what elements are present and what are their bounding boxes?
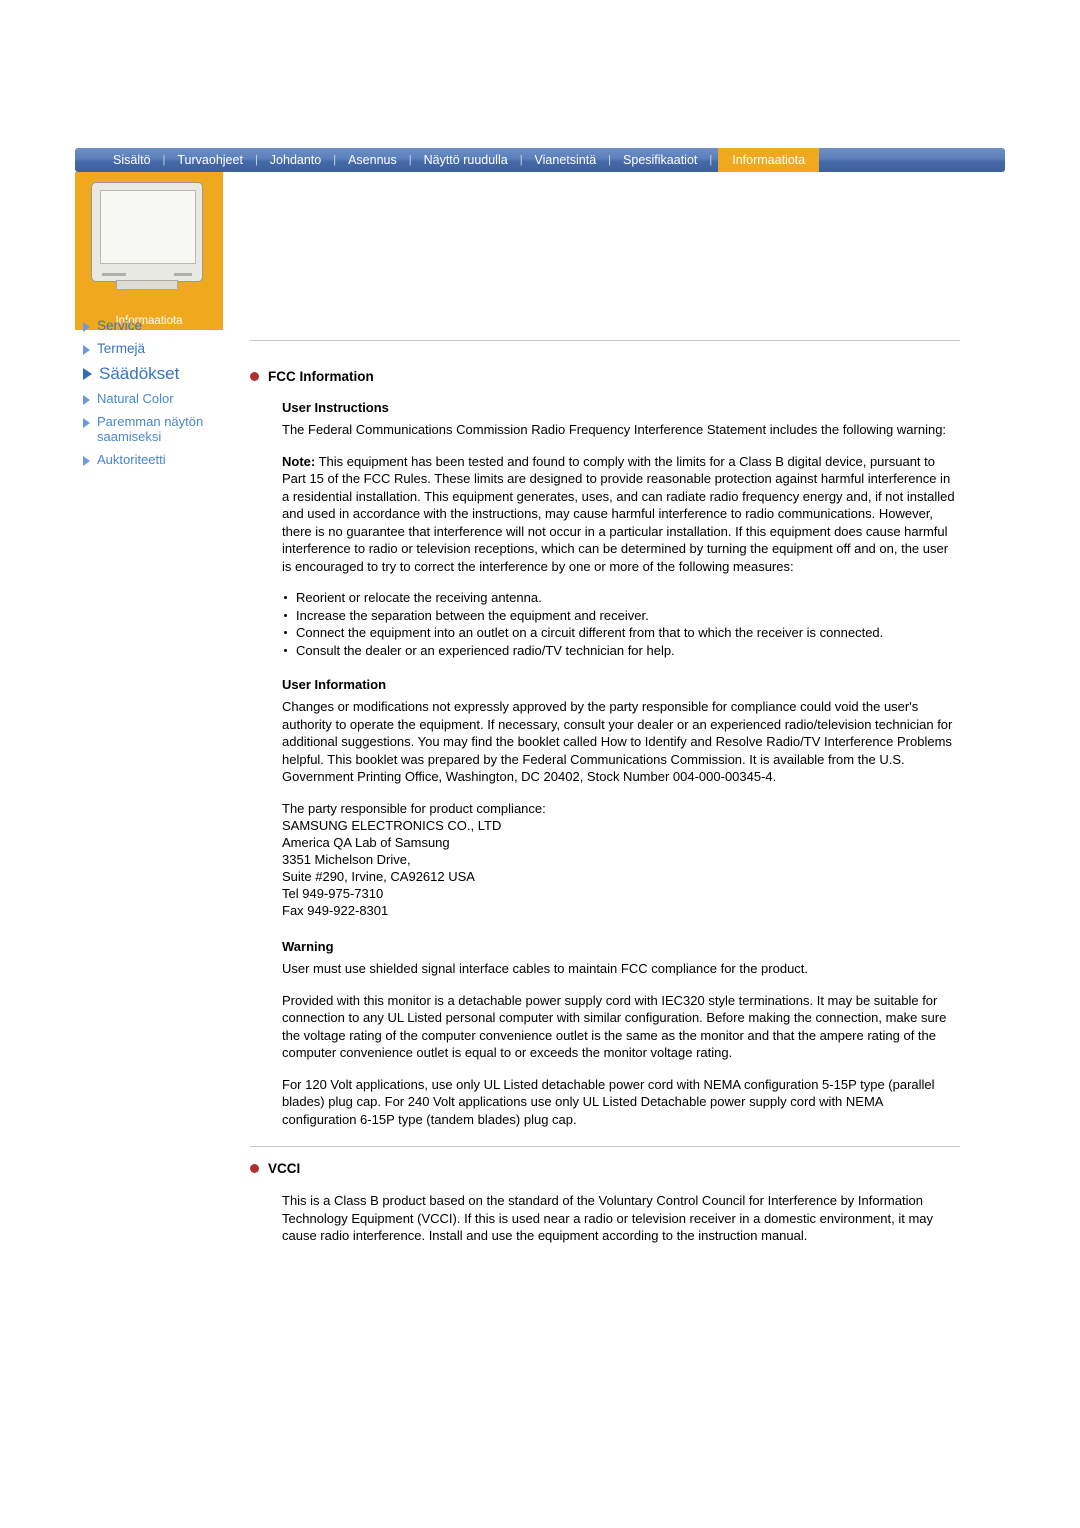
sidebar-illustration-panel: Informaatiota — [75, 172, 223, 330]
nav-item-nayttoruudulla[interactable]: Näyttö ruudulla — [412, 148, 520, 172]
triangle-right-icon — [83, 322, 90, 332]
sidebar-item-label: Natural Color — [97, 391, 174, 406]
vcci-section-heading: VCCI — [250, 1161, 960, 1176]
volt-applications-paragraph: For 120 Volt applications, use only UL L… — [282, 1076, 935, 1127]
list-item: Increase the separation between the equi… — [282, 607, 960, 625]
triangle-right-icon — [83, 395, 90, 405]
content-divider-top — [250, 340, 960, 341]
sidebar-links: Service Termejä Säädökset Natural Color … — [75, 318, 240, 475]
triangle-right-icon — [83, 368, 92, 380]
sidebar-item-label: Säädökset — [99, 364, 180, 383]
user-information-paragraph: Changes or modifications not expressly a… — [282, 699, 953, 784]
user-information-heading: User Information — [282, 677, 387, 692]
bullet-dot-icon — [250, 372, 259, 381]
list-item: Reorient or relocate the receiving anten… — [282, 589, 960, 607]
address-line: Fax 949-922-8301 — [282, 903, 389, 918]
fcc-heading-label: FCC Information — [268, 369, 374, 384]
measures-list: Reorient or relocate the receiving anten… — [282, 589, 960, 659]
note-text: This equipment has been tested and found… — [282, 453, 955, 574]
nav-item-vianetsinta[interactable]: Vianetsintä — [523, 148, 609, 172]
triangle-right-icon — [83, 345, 90, 355]
responsible-line: The party responsible for product compli… — [282, 800, 546, 816]
triangle-right-icon — [83, 418, 90, 428]
list-item: Connect the equipment into an outlet on … — [282, 624, 960, 642]
monitor-logo-mark — [102, 273, 126, 276]
note-paragraph: Note: This equipment has been tested and… — [282, 453, 960, 576]
vcci-heading-label: VCCI — [268, 1161, 301, 1176]
sidebar-item-natural-color[interactable]: Natural Color — [75, 391, 240, 406]
nav-item-turvaohjeet[interactable]: Turvaohjeet — [165, 148, 255, 172]
nav-item-asennus[interactable]: Asennus — [336, 148, 409, 172]
monitor-model-mark — [174, 273, 192, 276]
user-instructions-heading: User Instructions — [282, 400, 389, 415]
sidebar-item-auktoriteetti[interactable]: Auktoriteetti — [75, 452, 240, 467]
address-line: America QA Lab of Samsung — [282, 835, 450, 850]
sidebar-item-label: Termejä — [97, 341, 146, 356]
address-line: Suite #290, Irvine, CA92612 USA — [282, 869, 475, 884]
vcci-paragraph: This is a Class B product based on the s… — [282, 1193, 934, 1243]
top-navigation-bar: Sisältö | Turvaohjeet | Johdanto | Asenn… — [75, 148, 1005, 172]
sidebar-item-label: Paremman näytön saamiseksi — [97, 414, 204, 444]
nav-item-spesifikaatiot[interactable]: Spesifikaatiot — [611, 148, 709, 172]
sidebar-item-paremman-nayton-saamiseksi[interactable]: Paremman näytön saamiseksi — [75, 414, 240, 444]
sidebar-item-termeja[interactable]: Termejä — [75, 341, 240, 356]
address-line: Tel 949-975-7310 — [282, 886, 384, 901]
nav-item-sisalto[interactable]: Sisältö — [75, 148, 163, 172]
user-instructions-paragraph: The Federal Communications Commission Ra… — [282, 422, 947, 437]
address-line: 3351 Michelson Drive, — [282, 852, 411, 867]
bullet-dot-icon — [250, 1164, 259, 1173]
monitor-screen-icon — [100, 190, 196, 264]
sidebar-item-service[interactable]: Service — [75, 318, 240, 333]
note-label: Note: — [282, 453, 316, 469]
company-address: SAMSUNG ELECTRONICS CO., LTD America QA … — [282, 817, 960, 919]
sidebar-item-label: Service — [97, 318, 143, 333]
content-divider-middle — [250, 1146, 960, 1147]
power-cord-paragraph: Provided with this monitor is a detachab… — [282, 992, 947, 1061]
triangle-right-icon — [83, 456, 90, 466]
main-content: FCC Information User Instructions The Fe… — [250, 340, 960, 1259]
sidebar-item-saadokset[interactable]: Säädökset — [75, 364, 240, 383]
warning-paragraph: User must use shielded signal interface … — [282, 961, 809, 976]
monitor-bezel-icon — [91, 182, 203, 282]
nav-item-informaatiota[interactable]: Informaatiota — [718, 148, 820, 172]
nav-item-johdanto[interactable]: Johdanto — [258, 148, 333, 172]
monitor-illustration — [75, 172, 223, 312]
fcc-section-heading: FCC Information — [250, 369, 960, 384]
warning-heading: Warning — [282, 939, 334, 954]
list-item: Consult the dealer or an experienced rad… — [282, 642, 960, 660]
sidebar-item-label: Auktoriteetti — [97, 452, 166, 467]
monitor-stand-icon — [116, 280, 178, 290]
nav-separator: | — [709, 154, 713, 166]
address-line: SAMSUNG ELECTRONICS CO., LTD — [282, 818, 502, 833]
